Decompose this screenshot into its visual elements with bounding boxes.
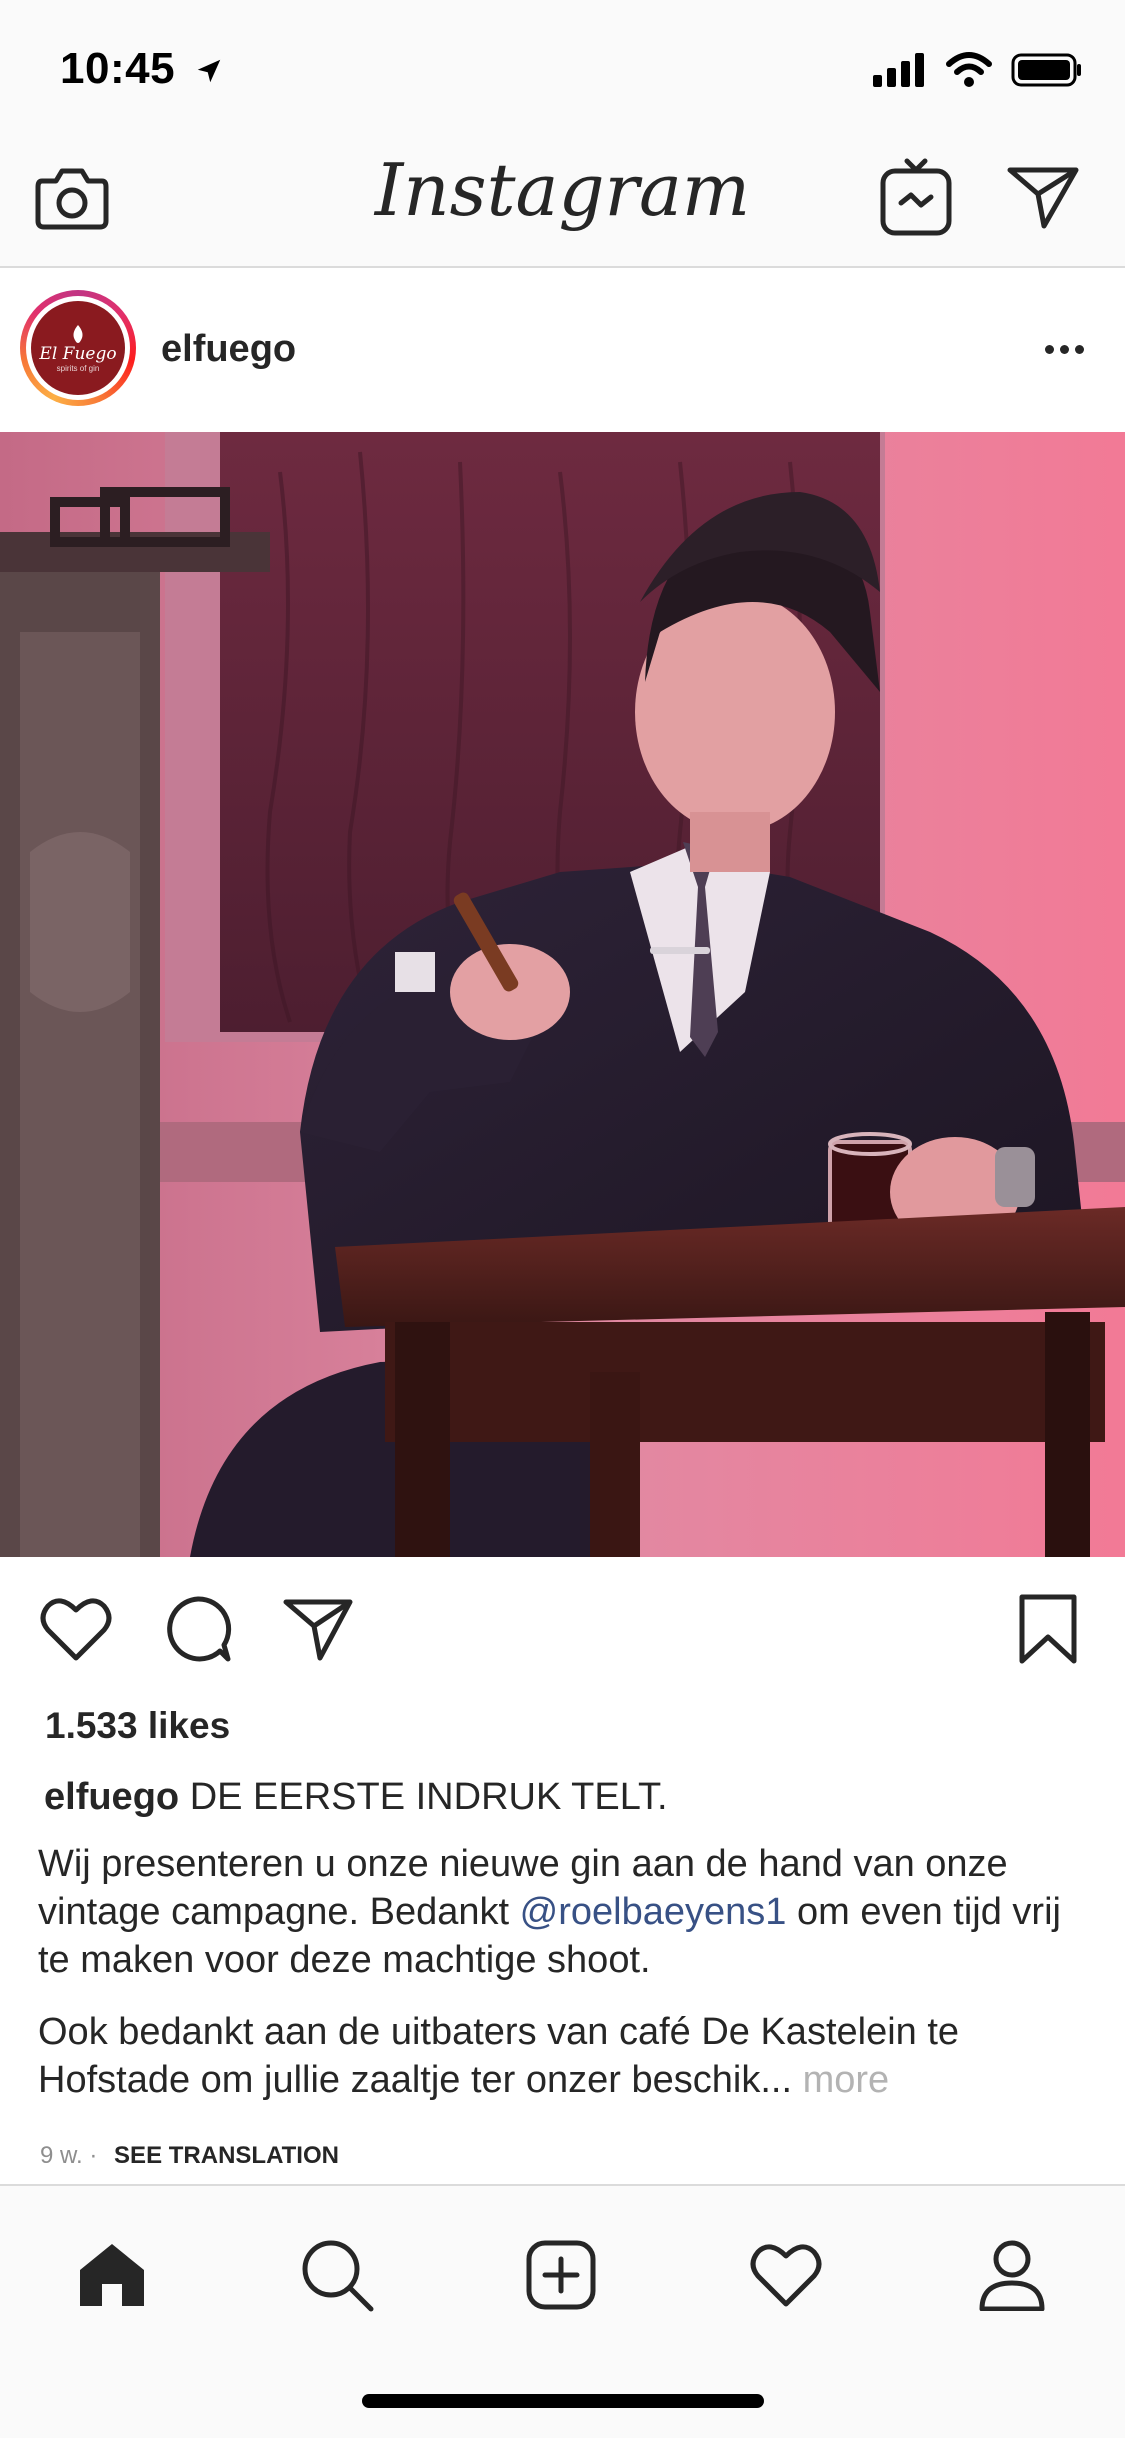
like-heart-icon[interactable] bbox=[34, 1587, 118, 1671]
mention-link[interactable]: @roelbaeyens1 bbox=[520, 1891, 787, 1933]
search-icon[interactable] bbox=[292, 2230, 382, 2320]
post-meta: 9 w. · SEE TRANSLATION bbox=[40, 2142, 339, 2170]
post-photo-illustration bbox=[0, 432, 1125, 1557]
avatar[interactable]: El Fuego spirits of gin bbox=[20, 290, 136, 406]
caption-headline-text: DE EERSTE INDRUK TELT. bbox=[189, 1776, 668, 1818]
flame-icon bbox=[73, 324, 83, 343]
comment-icon[interactable] bbox=[156, 1587, 240, 1671]
post-username[interactable]: elfuego bbox=[161, 328, 296, 371]
status-time: 10:45 bbox=[60, 44, 224, 94]
caption-headline: elfuego DE EERSTE INDRUK TELT. bbox=[44, 1776, 668, 1819]
wifi-icon bbox=[946, 52, 992, 87]
likes-count[interactable]: 1.533 likes bbox=[45, 1705, 230, 1747]
more-link[interactable]: more bbox=[803, 2059, 890, 2101]
location-arrow-icon bbox=[197, 60, 221, 83]
share-icon[interactable] bbox=[276, 1587, 360, 1671]
home-indicator[interactable] bbox=[362, 2394, 764, 2408]
post-photo[interactable] bbox=[0, 432, 1125, 1557]
cellular-signal-icon bbox=[873, 53, 924, 87]
profile-icon[interactable] bbox=[967, 2230, 1057, 2320]
activity-heart-icon[interactable] bbox=[741, 2230, 831, 2320]
caption-paragraph-1: Wij presenteren u onze nieuwe gin aan de… bbox=[38, 1840, 1098, 1984]
home-icon[interactable] bbox=[67, 2230, 157, 2320]
caption-username[interactable]: elfuego bbox=[44, 1776, 179, 1818]
direct-message-icon[interactable] bbox=[998, 152, 1088, 242]
meta-separator: · bbox=[89, 2142, 98, 2169]
bookmark-icon[interactable] bbox=[1006, 1587, 1090, 1671]
more-options-icon[interactable] bbox=[1029, 324, 1099, 374]
battery-icon bbox=[1011, 53, 1081, 87]
add-post-icon[interactable] bbox=[516, 2230, 606, 2320]
status-bar: 10:45 bbox=[0, 0, 1125, 132]
igtv-icon[interactable] bbox=[871, 152, 961, 242]
post-header: El Fuego spirits of gin elfuego bbox=[0, 268, 1125, 432]
avatar-logo-text: El Fuego bbox=[39, 343, 117, 364]
app-header: Instagram bbox=[0, 132, 1125, 268]
post-time-ago: 9 w. bbox=[40, 2142, 83, 2169]
post-actions bbox=[0, 1557, 1125, 1697]
caption-paragraph-2: Ook bedankt aan de uitbaters van café De… bbox=[38, 2008, 1098, 2104]
see-translation-link[interactable]: SEE TRANSLATION bbox=[114, 2142, 339, 2169]
avatar-logo-subtext: spirits of gin bbox=[56, 363, 100, 373]
